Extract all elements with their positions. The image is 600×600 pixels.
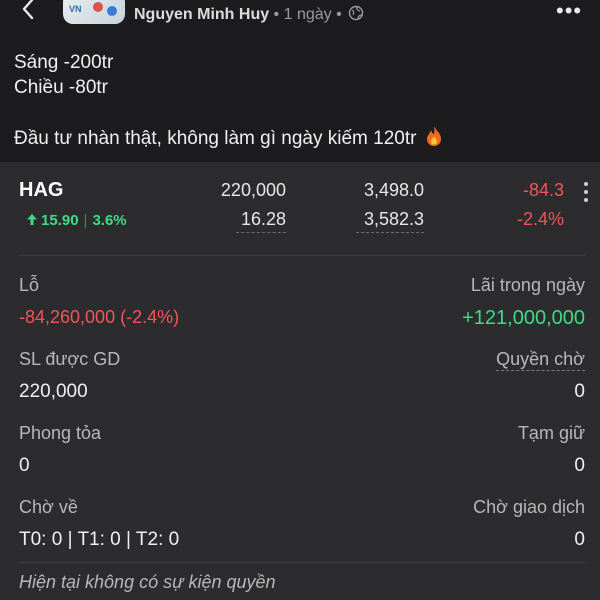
- globe-icon: [348, 5, 364, 21]
- change-percent: 3.6%: [92, 212, 127, 229]
- author-line: Nguyen Minh Huy • 1 ngày •: [134, 5, 364, 24]
- pending-label: Chờ giao dịch: [473, 497, 585, 517]
- pl-value: -84.3: [522, 180, 564, 200]
- up-arrow-icon: [27, 214, 37, 225]
- blocked-value: 0: [19, 455, 30, 476]
- pl-percent: -2.4%: [516, 209, 564, 229]
- market-value: 3,582.3: [356, 209, 424, 233]
- rights-value: 0: [574, 381, 585, 402]
- post-message-text: Đầu tư nhàn thật, không làm gì ngày kiếm…: [14, 128, 417, 149]
- ticker-symbol[interactable]: HAG: [19, 179, 63, 202]
- loss-label: Lỗ: [19, 275, 40, 295]
- held-label: Tạm giữ: [517, 423, 585, 443]
- avatar-decoration: [107, 6, 117, 16]
- held-value: 0: [574, 455, 585, 476]
- tradable-value: 220,000: [19, 381, 88, 402]
- avatar[interactable]: VN: [63, 0, 125, 24]
- post-line-afternoon: Chiều -80tr: [14, 77, 108, 98]
- divider: [19, 562, 585, 563]
- post-body: Sáng -200tr Chiều -80tr Đầu tư nhàn thật…: [14, 50, 444, 151]
- more-options-icon[interactable]: [584, 182, 590, 204]
- blocked-label: Phong tỏa: [19, 423, 102, 443]
- incoming-label: Chờ về: [19, 497, 78, 517]
- back-chevron-icon[interactable]: [18, 0, 40, 20]
- post-header: VN Nguyen Minh Huy • 1 ngày • •••: [0, 0, 600, 36]
- fire-icon: [426, 126, 441, 146]
- pending-value: 0: [574, 529, 585, 550]
- stock-card: HAG 15.90 | 3.6% 220,000 16.28 3,498.0 3,5…: [0, 162, 600, 600]
- avatar-text: VN: [69, 4, 82, 14]
- rights-event-note: Hiện tại không có sự kiện quyền: [19, 572, 276, 592]
- post-meta: • 1 ngày •: [269, 6, 347, 23]
- avg-price: 16.28: [236, 209, 286, 233]
- divider: [19, 255, 585, 256]
- intraday-value: +121,000,000: [462, 307, 585, 329]
- loss-value: -84,260,000 (-2.4%): [19, 307, 180, 327]
- price-change-badge: 15.90 | 3.6%: [26, 212, 127, 229]
- post-message: Đầu tư nhàn thật, không làm gì ngày kiếm…: [14, 125, 444, 151]
- author-name[interactable]: Nguyen Minh Huy: [134, 6, 269, 23]
- intraday-label: Lãi trong ngày: [470, 275, 585, 295]
- more-dots-icon[interactable]: •••: [556, 0, 582, 24]
- rights-label-text[interactable]: Quyền chờ: [496, 349, 585, 371]
- quantity: 220,000: [220, 180, 286, 200]
- avatar-decoration: [93, 2, 103, 12]
- incoming-value: T0: 0 | T1: 0 | T2: 0: [19, 529, 180, 550]
- rights-label: Quyền chờ: [385, 349, 585, 371]
- change-value: 15.90: [41, 212, 79, 229]
- post-line-morning: Sáng -200tr: [14, 52, 114, 73]
- tradable-label: SL được GD: [19, 349, 121, 369]
- cost-value: 3,498.0: [363, 180, 424, 200]
